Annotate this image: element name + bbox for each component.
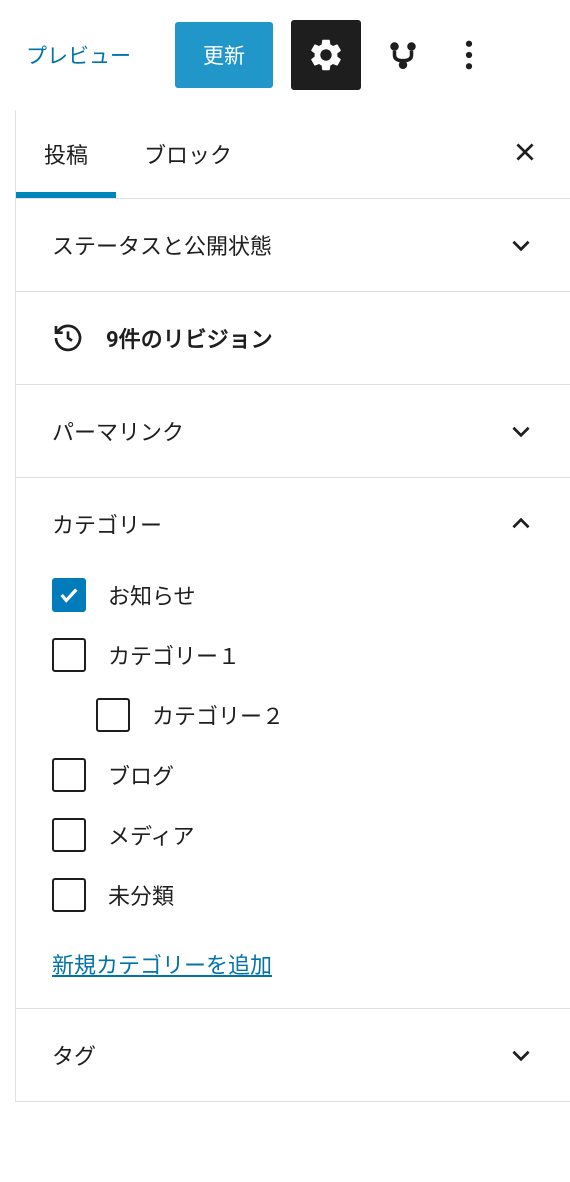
category-label[interactable]: カテゴリー２	[152, 699, 284, 731]
update-button[interactable]: 更新	[175, 22, 273, 88]
category-item: メディア	[52, 818, 534, 852]
chevron-down-icon	[508, 232, 534, 258]
editor-toolbar: プレビュー 更新	[0, 0, 570, 110]
more-options-button[interactable]	[445, 31, 493, 79]
category-checklist: お知らせカテゴリー１ カテゴリー２ ブログメディア未分類	[52, 578, 534, 912]
kebab-menu-icon	[465, 40, 473, 70]
git-branch-icon	[386, 38, 420, 72]
panel-tags[interactable]: タグ	[16, 1009, 570, 1102]
panel-categories-header[interactable]: カテゴリー	[52, 508, 534, 540]
category-item: 未分類	[52, 878, 534, 912]
category-item: カテゴリー１	[52, 638, 534, 672]
check-icon	[58, 584, 80, 606]
sidebar: 投稿 ブロック ステータスと公開状態 9件のリビジョン パーマリンク	[15, 110, 570, 1102]
category-checkbox[interactable]	[52, 818, 86, 852]
category-checkbox[interactable]	[52, 638, 86, 672]
category-item: カテゴリー２	[52, 698, 534, 732]
panel-revisions[interactable]: 9件のリビジョン	[16, 291, 570, 385]
panel-title-permalink: パーマリンク	[52, 415, 184, 447]
category-checkbox[interactable]	[52, 878, 86, 912]
category-label[interactable]: ブログ	[108, 759, 174, 791]
settings-button[interactable]	[291, 20, 361, 90]
panel-title-tags: タグ	[52, 1039, 96, 1071]
chevron-up-icon	[508, 511, 534, 537]
panel-permalink[interactable]: パーマリンク	[16, 385, 570, 478]
category-checkbox[interactable]	[52, 758, 86, 792]
category-checkbox[interactable]	[52, 578, 86, 612]
preview-link[interactable]: プレビュー	[26, 40, 131, 70]
category-label[interactable]: メディア	[108, 819, 194, 851]
category-item: ブログ	[52, 758, 534, 792]
close-sidebar-button[interactable]	[512, 139, 538, 169]
history-icon	[52, 322, 84, 354]
sidebar-tabs: 投稿 ブロック	[16, 110, 570, 199]
gear-icon	[307, 36, 345, 74]
add-category-link[interactable]: 新規カテゴリーを追加	[52, 948, 272, 980]
category-label[interactable]: お知らせ	[108, 579, 196, 611]
category-label[interactable]: カテゴリー１	[108, 639, 240, 671]
panel-title-status: ステータスと公開状態	[52, 229, 272, 261]
category-label[interactable]: 未分類	[108, 879, 174, 911]
tab-post[interactable]: 投稿	[16, 110, 116, 198]
chevron-down-icon	[508, 418, 534, 444]
category-item: お知らせ	[52, 578, 534, 612]
panel-categories: カテゴリー お知らせカテゴリー１ カテゴリー２ ブログメディア未分類 新規カテゴリー…	[16, 478, 570, 1009]
close-icon	[512, 139, 538, 165]
panel-status[interactable]: ステータスと公開状態	[16, 199, 570, 292]
category-checkbox[interactable]	[96, 698, 130, 732]
revisions-text: 9件のリビジョン	[106, 322, 273, 354]
panel-title-categories: カテゴリー	[52, 508, 162, 540]
tab-block[interactable]: ブロック	[116, 110, 260, 198]
chevron-down-icon	[508, 1042, 534, 1068]
jetpack-button[interactable]	[379, 31, 427, 79]
